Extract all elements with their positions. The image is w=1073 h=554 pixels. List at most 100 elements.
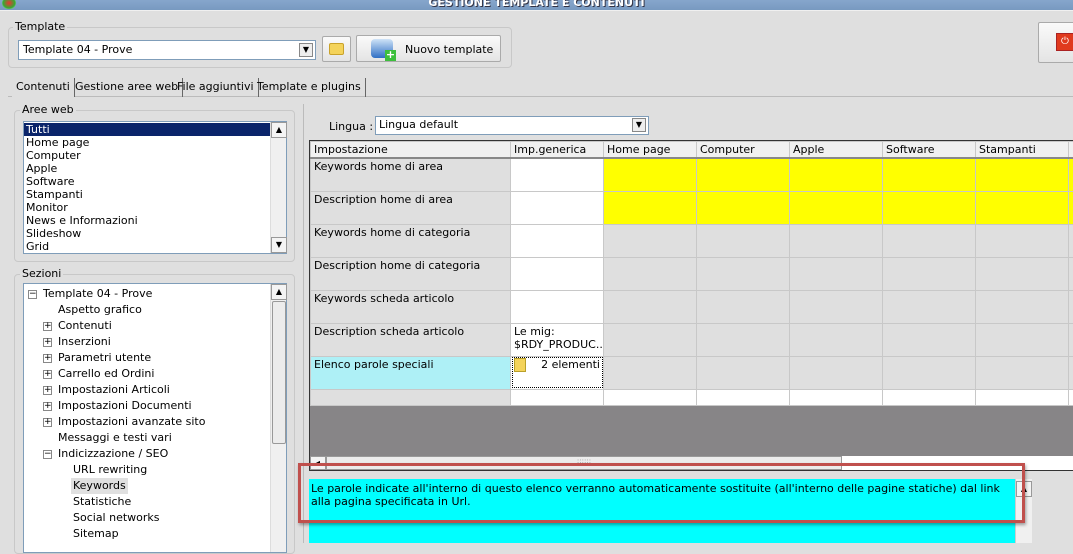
tab-file-aggiuntivi[interactable]: File aggiuntivi <box>173 78 259 97</box>
aree-web-item[interactable]: Monitor <box>24 201 286 214</box>
column-header[interactable]: N <box>1069 142 1073 159</box>
area-value-cell[interactable] <box>604 224 697 257</box>
column-header[interactable]: Software <box>883 142 976 159</box>
generic-value-cell[interactable] <box>511 257 604 290</box>
area-value-cell[interactable] <box>976 257 1069 290</box>
tree-item[interactable]: Keywords <box>71 478 128 494</box>
column-header[interactable]: Home page <box>604 142 697 159</box>
collapse-icon[interactable]: − <box>43 450 52 459</box>
tree-item[interactable]: Contenuti <box>56 318 114 334</box>
setting-name[interactable]: Keywords scheda articolo <box>311 290 511 323</box>
area-value-cell[interactable] <box>976 290 1069 323</box>
column-header[interactable]: Impostazione <box>311 142 511 159</box>
tree-item[interactable]: Messaggi e testi vari <box>56 430 174 446</box>
aree-web-item[interactable]: News e Informazioni <box>24 214 286 227</box>
expand-icon[interactable]: + <box>43 402 52 411</box>
tree-item[interactable]: Statistiche <box>71 494 133 510</box>
area-value-cell[interactable] <box>883 191 976 224</box>
area-value-cell[interactable] <box>697 191 790 224</box>
column-header[interactable]: Stampanti <box>976 142 1069 159</box>
aree-web-item[interactable]: Home page <box>24 136 286 149</box>
new-template-button[interactable]: + Nuovo template <box>356 35 501 62</box>
area-value-cell[interactable] <box>790 191 883 224</box>
expand-icon[interactable]: + <box>43 322 52 331</box>
tree-item[interactable]: URL rewriting <box>71 462 149 478</box>
tree-item[interactable]: Template 04 - Prove <box>41 286 154 302</box>
expand-icon[interactable]: + <box>43 370 52 379</box>
aree-web-item[interactable]: Tutti <box>24 123 270 136</box>
area-value-cell[interactable] <box>976 356 1069 389</box>
expand-icon[interactable]: + <box>43 354 52 363</box>
area-value-cell[interactable] <box>883 257 976 290</box>
tree-item[interactable]: Sitemap <box>71 526 121 542</box>
close-button[interactable]: ⏻ <box>1038 22 1073 63</box>
area-value-cell[interactable] <box>604 257 697 290</box>
tree-item[interactable]: Carrello ed Ordini <box>56 366 156 382</box>
setting-name[interactable]: Description scheda articolo <box>311 323 511 356</box>
area-value-cell[interactable] <box>976 158 1069 191</box>
area-value-cell[interactable] <box>790 290 883 323</box>
open-folder-button[interactable] <box>322 36 351 62</box>
setting-name[interactable]: Keywords home di area <box>311 158 511 191</box>
aree-web-item[interactable]: Grid <box>24 240 286 253</box>
tree-item[interactable]: Social networks <box>71 510 162 526</box>
setting-name[interactable]: Description home di categoria <box>311 257 511 290</box>
area-value-cell[interactable] <box>604 191 697 224</box>
scrollbar-thumb[interactable] <box>272 301 286 444</box>
generic-value-cell[interactable] <box>511 290 604 323</box>
scroll-down-icon[interactable]: ▼ <box>271 237 287 253</box>
aree-web-item[interactable]: Computer <box>24 149 286 162</box>
area-value-cell[interactable] <box>604 290 697 323</box>
expand-icon[interactable]: + <box>43 338 52 347</box>
setting-name[interactable]: Elenco parole speciali <box>311 356 511 389</box>
area-value-cell[interactable] <box>976 224 1069 257</box>
area-value-cell[interactable] <box>1069 323 1073 356</box>
tree-item[interactable]: Impostazioni Articoli <box>56 382 172 398</box>
area-value-cell[interactable] <box>790 224 883 257</box>
area-value-cell[interactable] <box>790 323 883 356</box>
area-value-cell[interactable] <box>883 158 976 191</box>
area-value-cell[interactable] <box>697 224 790 257</box>
area-value-cell[interactable] <box>883 323 976 356</box>
generic-value-cell[interactable]: 2 elementi <box>511 356 604 389</box>
area-value-cell[interactable] <box>1069 257 1073 290</box>
aree-web-item[interactable]: Stampanti <box>24 188 286 201</box>
area-value-cell[interactable] <box>604 158 697 191</box>
area-value-cell[interactable] <box>604 323 697 356</box>
tab-contenuti[interactable]: Contenuti <box>12 78 75 97</box>
tree-item[interactable]: Parametri utente <box>56 350 153 366</box>
column-header[interactable]: Imp.generica <box>511 142 604 159</box>
tree-item[interactable]: Impostazioni avanzate sito <box>56 414 207 430</box>
area-value-cell[interactable] <box>976 191 1069 224</box>
area-value-cell[interactable] <box>1069 158 1073 191</box>
lingua-select[interactable]: Lingua default ▼ <box>375 116 649 135</box>
generic-value-cell[interactable]: Le mig: $RDY_PRODUC... <box>511 323 604 356</box>
scroll-up-icon[interactable]: ▲ <box>271 122 287 138</box>
area-value-cell[interactable] <box>697 257 790 290</box>
area-value-cell[interactable] <box>790 158 883 191</box>
scroll-up-icon[interactable]: ▲ <box>271 284 287 300</box>
area-value-cell[interactable] <box>790 356 883 389</box>
area-value-cell[interactable] <box>1069 224 1073 257</box>
collapse-icon[interactable]: − <box>28 290 37 299</box>
area-value-cell[interactable] <box>883 356 976 389</box>
area-value-cell[interactable] <box>883 224 976 257</box>
tree-item[interactable]: Indicizzazione / SEO <box>56 446 170 462</box>
area-value-cell[interactable] <box>1069 290 1073 323</box>
area-value-cell[interactable] <box>1069 191 1073 224</box>
area-value-cell[interactable] <box>697 290 790 323</box>
area-value-cell[interactable] <box>790 257 883 290</box>
tab-gestione-aree-web[interactable]: Gestione aree web <box>71 78 183 97</box>
area-value-cell[interactable] <box>697 323 790 356</box>
area-value-cell[interactable] <box>976 323 1069 356</box>
chevron-down-icon[interactable]: ▼ <box>299 43 313 57</box>
setting-name[interactable]: Description home di area <box>311 191 511 224</box>
tree-item[interactable]: Inserzioni <box>56 334 113 350</box>
area-value-cell[interactable] <box>1069 356 1073 389</box>
aree-web-list[interactable]: TuttiHome pageComputerAppleSoftwareStamp… <box>23 121 287 254</box>
sezioni-scrollbar[interactable]: ▲ <box>270 284 286 552</box>
generic-value-cell[interactable] <box>511 158 604 191</box>
setting-name[interactable]: Keywords home di categoria <box>311 224 511 257</box>
aree-web-item[interactable]: Apple <box>24 162 286 175</box>
tab-template-plugins[interactable]: Template e plugins <box>253 78 366 97</box>
